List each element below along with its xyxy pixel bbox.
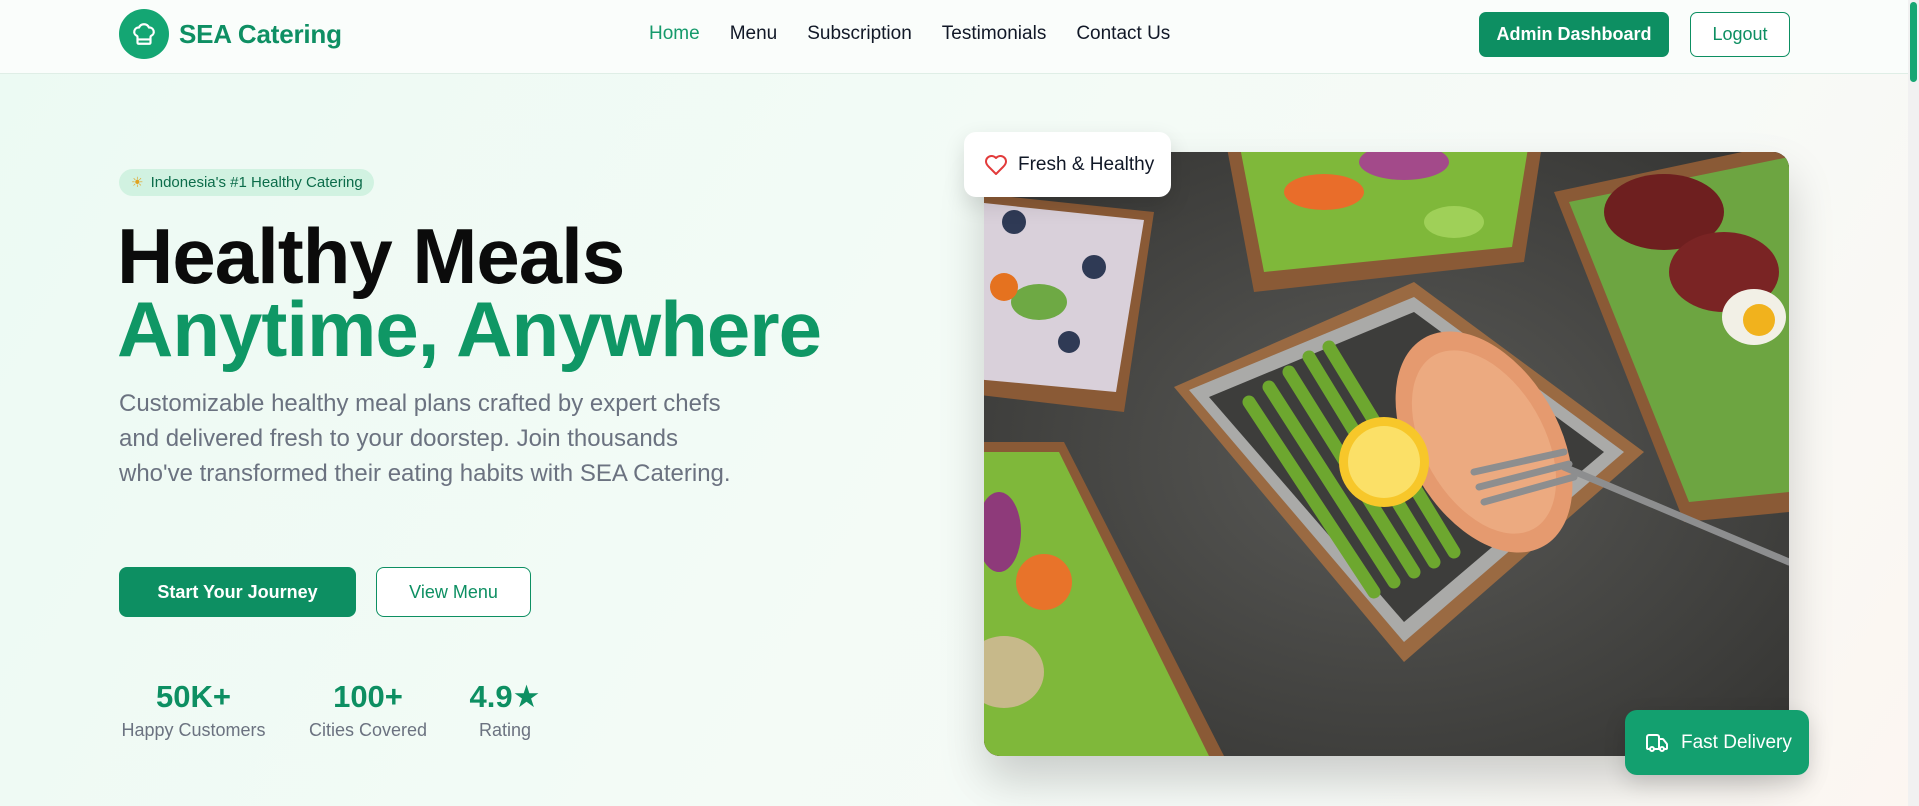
page-scrollbar[interactable] <box>1908 0 1919 806</box>
stat-rating: 4.9★ Rating <box>467 677 543 741</box>
stat-value: 4.9★ <box>469 679 541 714</box>
stat-label: Happy Customers <box>121 720 266 740</box>
site-header: SEA Catering Home Menu Subscription Test… <box>0 0 1908 74</box>
logout-button[interactable]: Logout <box>1690 12 1790 57</box>
stat-label: Cities Covered <box>308 720 428 740</box>
stat-label: Rating <box>478 720 532 740</box>
view-menu-button[interactable]: View Menu <box>376 567 531 617</box>
brand-name: SEA Catering <box>179 18 342 49</box>
nav-menu[interactable]: Menu <box>730 23 778 45</box>
hero-badge-label: Indonesia's #1 Healthy Catering <box>150 174 363 191</box>
chef-hat-icon <box>119 9 169 59</box>
fast-delivery-label: Fast Delivery <box>1681 731 1792 753</box>
start-journey-button[interactable]: Start Your Journey <box>119 567 356 617</box>
hero-badge: ☀ Indonesia's #1 Healthy Catering <box>119 169 374 196</box>
hero-title-line2: Anytime, Anywhere <box>117 285 822 373</box>
heart-icon <box>984 153 1008 177</box>
hero-description: Customizable healthy meal plans crafted … <box>119 390 731 487</box>
hero-food-image <box>984 152 1789 756</box>
nav-testimonials[interactable]: Testimonials <box>942 23 1047 45</box>
sun-icon: ☀ <box>131 174 144 190</box>
stat-happy-customers: 50K+ Happy Customers <box>119 677 268 741</box>
main-nav: Home Menu Subscription Testimonials Cont… <box>649 23 1200 45</box>
nav-home[interactable]: Home <box>649 23 700 45</box>
admin-dashboard-button[interactable]: Admin Dashboard <box>1479 12 1669 57</box>
stat-value: 100+ <box>333 679 403 714</box>
truck-icon <box>1645 731 1669 755</box>
fresh-healthy-label: Fresh & Healthy <box>1018 153 1155 175</box>
nav-subscription[interactable]: Subscription <box>807 23 912 45</box>
fresh-healthy-card: Fresh & Healthy <box>964 132 1171 197</box>
stat-value: 50K+ <box>156 679 231 714</box>
nav-contact-us[interactable]: Contact Us <box>1076 23 1170 45</box>
fast-delivery-card: Fast Delivery <box>1625 710 1809 775</box>
scrollbar-thumb[interactable] <box>1910 2 1917 82</box>
brand[interactable]: SEA Catering <box>119 9 342 59</box>
stat-cities-covered: 100+ Cities Covered <box>307 677 429 741</box>
